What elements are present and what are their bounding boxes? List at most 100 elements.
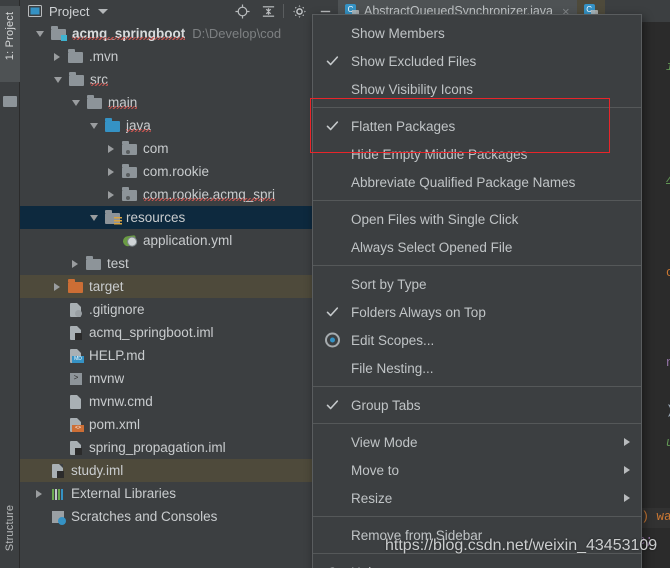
locate-file-button[interactable]: [229, 0, 255, 22]
menu-item-move-to[interactable]: Move to: [313, 456, 641, 484]
collapse-arrow-icon[interactable]: [90, 214, 98, 221]
project-options-context-menu[interactable]: Show Members Show Excluded Files Show Visi…: [312, 14, 642, 568]
menu-item-show-visibility-icons[interactable]: Show Visibility Icons: [313, 75, 641, 103]
tree-node-label: test: [107, 256, 129, 271]
tree-node-resources[interactable]: resources: [20, 206, 338, 229]
tree-node-mvnw[interactable]: > mvnw: [20, 367, 338, 390]
menu-item-show-members[interactable]: Show Members: [313, 19, 641, 47]
tree-node-help-md[interactable]: MD HELP.md: [20, 344, 338, 367]
project-panel-header: Project: [20, 0, 338, 22]
folder-resources-icon: [105, 210, 122, 226]
tree-node-pom-xml[interactable]: <> pom.xml: [20, 413, 338, 436]
iml-file-icon: [70, 325, 82, 340]
tree-node-src[interactable]: src: [20, 68, 338, 91]
menu-item-label: Hide Empty Middle Packages: [351, 146, 528, 162]
external-libraries-icon: [52, 488, 64, 500]
tree-node-mvn[interactable]: .mvn: [20, 45, 338, 68]
folder-gray-icon: [69, 72, 84, 86]
code-line: nuse: [666, 356, 670, 370]
tree-node-test[interactable]: test: [20, 252, 338, 275]
tree-node-external-libraries[interactable]: External Libraries: [20, 482, 338, 505]
menu-item-always-select-opened-file[interactable]: Always Select Opened File: [313, 233, 641, 261]
tree-node-com-rookie[interactable]: com.rookie: [20, 160, 338, 183]
menu-item-label: Show Members: [351, 25, 445, 41]
panel-title: Project: [49, 3, 90, 19]
tree-node-java[interactable]: java: [20, 114, 338, 137]
menu-item-show-excluded-files[interactable]: Show Excluded Files: [313, 47, 641, 75]
menu-item-folders-always-on-top[interactable]: Folders Always on Top: [313, 298, 641, 326]
tree-node-study-iml[interactable]: study.iml: [20, 459, 338, 482]
tree-node-com[interactable]: com: [20, 137, 338, 160]
menu-item-resize[interactable]: Resize: [313, 484, 641, 512]
tree-node-com-rookie-acmq-spri[interactable]: com.rookie.acmq_spri: [20, 183, 338, 206]
collapse-arrow-icon[interactable]: [54, 76, 62, 83]
tree-node-acmq-springboot[interactable]: acmq_springboot D:\Develop\cod: [20, 22, 338, 45]
expand-arrow-icon[interactable]: [54, 52, 60, 61]
expand-arrow-icon[interactable]: [108, 144, 114, 153]
collapse-all-button[interactable]: [255, 0, 281, 22]
menu-item-open-files-with-single-click[interactable]: Open Files with Single Click: [313, 205, 641, 233]
gear-icon[interactable]: [286, 0, 312, 22]
collapse-arrow-icon[interactable]: [72, 99, 80, 106]
expand-arrow-icon[interactable]: [108, 190, 114, 199]
tree-node-label: com.rookie: [143, 164, 210, 179]
sidebar-tab-project[interactable]: 1: Project: [4, 3, 16, 69]
tree-node-acmq-springboot-iml[interactable]: acmq_springboot.iml: [20, 321, 338, 344]
collapse-arrow-icon[interactable]: [36, 30, 44, 37]
code-line: olem: [666, 266, 670, 280]
menu-item-label: Edit Scopes...: [351, 332, 435, 348]
checkmark-icon: [326, 399, 339, 412]
menu-item-file-nesting[interactable]: File Nesting...: [313, 354, 641, 382]
expand-arrow-icon[interactable]: [72, 259, 78, 268]
expand-arrow-icon[interactable]: [36, 489, 42, 498]
menu-separator: [313, 265, 641, 266]
expand-arrow-icon[interactable]: [108, 167, 114, 176]
expand-arrow-icon[interactable]: [54, 282, 60, 291]
menu-separator: [313, 107, 641, 108]
help-question-icon: ?: [328, 564, 337, 568]
tree-node-label: study.iml: [71, 463, 124, 478]
code-line: ) t: [666, 404, 670, 418]
yaml-spring-icon: [122, 234, 137, 247]
menu-item-edit-scopes[interactable]: Edit Scopes...: [313, 326, 641, 354]
tree-node-target[interactable]: target: [20, 275, 338, 298]
menu-item-label: Abbreviate Qualified Package Names: [351, 174, 576, 190]
toolbar-divider: [283, 4, 284, 18]
package-icon: [122, 164, 137, 178]
watermark-url: https://blog.csdn.net/weixin_43453109: [385, 537, 658, 554]
tree-node-spring-propagation-iml[interactable]: spring_propagation.iml: [20, 436, 338, 459]
menu-item-label: Group Tabs: [351, 397, 421, 413]
tree-node-label: target: [89, 279, 124, 294]
tree-node-application-yml[interactable]: application.yml: [20, 229, 338, 252]
tree-node-label: acmq_springboot: [72, 26, 186, 41]
menu-item-view-mode[interactable]: View Mode: [313, 428, 641, 456]
menu-item-help[interactable]: ? Help: [313, 558, 641, 568]
folder-gray-icon: [68, 49, 83, 63]
menu-item-label: View Mode: [351, 434, 418, 450]
menu-item-hide-empty-middle-packages[interactable]: Hide Empty Middle Packages: [313, 140, 641, 168]
folder-module-icon: [51, 26, 67, 41]
code-line: //ge: [666, 172, 670, 186]
sidebar-tab-structure[interactable]: Structure: [4, 495, 16, 561]
menu-item-sort-by-type[interactable]: Sort by Type: [313, 270, 641, 298]
menu-item-group-tabs[interactable]: Group Tabs: [313, 391, 641, 419]
collapse-arrow-icon[interactable]: [90, 122, 98, 129]
tree-node-label: Scratches and Consoles: [71, 509, 218, 524]
tree-node-label: java: [126, 118, 151, 133]
menu-item-flatten-packages[interactable]: Flatten Packages: [313, 112, 641, 140]
menu-item-abbreviate-qualified-package-names[interactable]: Abbreviate Qualified Package Names: [313, 168, 641, 196]
tree-node-mvnw-cmd[interactable]: mvnw.cmd: [20, 390, 338, 413]
menu-separator: [313, 423, 641, 424]
project-tree[interactable]: acmq_springboot D:\Develop\cod .mvn src main…: [20, 22, 338, 568]
chevron-down-icon[interactable]: [98, 8, 109, 14]
menu-item-label: Help: [351, 565, 379, 568]
menu-item-label: Sort by Type: [351, 276, 427, 292]
tree-node-gitignore[interactable]: .gitignore: [20, 298, 338, 321]
tree-node-label: application.yml: [143, 233, 233, 248]
iml-file-icon: [70, 440, 82, 455]
tree-node-label: .gitignore: [89, 302, 145, 317]
tree-node-scratches-and-consoles[interactable]: Scratches and Consoles: [20, 505, 338, 528]
tree-node-main[interactable]: main: [20, 91, 338, 114]
tree-node-label: mvnw: [89, 371, 125, 386]
tree-node-label: acmq_springboot.iml: [89, 325, 214, 340]
